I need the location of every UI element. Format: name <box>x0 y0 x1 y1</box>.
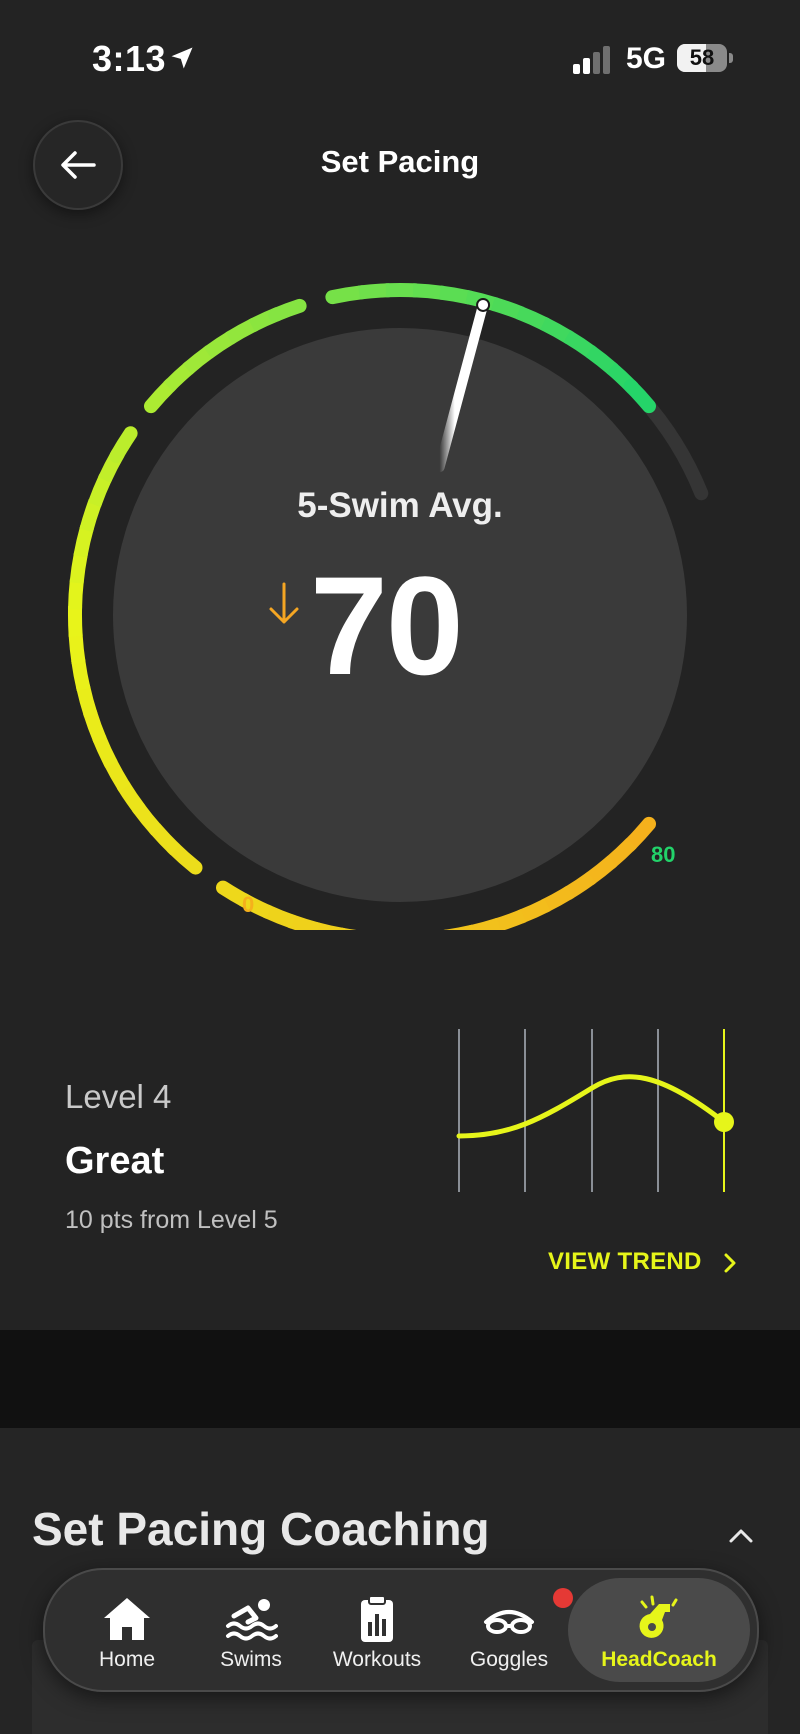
level-rating: Great <box>65 1140 165 1182</box>
battery-icon: 58 <box>677 44 733 74</box>
gauge-caption: 5-Swim Avg. <box>297 486 503 525</box>
battery-percent: 58 <box>689 45 715 70</box>
trend-sparkline[interactable] <box>450 1024 750 1194</box>
tab-label: HeadCoach <box>601 1648 717 1671</box>
gauge-arc-segment <box>605 838 637 869</box>
tab-label: Swims <box>220 1648 282 1671</box>
gauge-arc-segment <box>541 885 574 913</box>
gauge-arc-segment <box>149 823 181 855</box>
gauge-arc-segment <box>68 578 84 610</box>
gauge-arc-segment <box>71 658 91 691</box>
status-bar: 3:13 5G 58 <box>0 0 800 120</box>
gauge-arc-segment <box>76 684 98 718</box>
tab-swims[interactable]: Swims <box>191 1570 311 1690</box>
tab-workouts[interactable]: Workouts <box>307 1570 447 1690</box>
level-label: Level 4 <box>65 1078 172 1115</box>
gauge-arc-segment <box>563 871 596 900</box>
page-title: Set Pacing <box>320 144 480 179</box>
gauge-arc-segment <box>439 285 472 305</box>
gauge-arc-segment <box>103 758 131 792</box>
gauge-arc-segment <box>584 855 617 886</box>
tab-goggles[interactable]: Goggles <box>449 1570 569 1690</box>
gauge-value: 70 <box>310 547 464 704</box>
level-hint: 10 pts from Level 5 <box>65 1206 278 1234</box>
gauge-arc-segment <box>73 525 94 558</box>
gauge-arc-segment <box>493 909 527 930</box>
swimmer-icon <box>226 1599 278 1641</box>
gauge-arc-segment <box>540 317 574 344</box>
whistle-icon <box>639 1595 678 1638</box>
tab-bar: Home Swims Workouts Goggles HeadCoach <box>43 1568 759 1692</box>
signal-icon <box>573 46 610 74</box>
gauge-arc-segment <box>163 361 195 392</box>
gauge-arc-segment <box>116 781 146 815</box>
tab-label: Goggles <box>469 1648 549 1671</box>
gauge-arc-segment <box>517 898 551 924</box>
coaching-title: Set Pacing Coaching <box>32 1503 490 1555</box>
chevron-up-icon[interactable] <box>726 1526 756 1546</box>
gauge-arc-segment <box>132 802 163 836</box>
gauge-arc-segment <box>69 551 88 584</box>
view-trend-link[interactable]: VIEW TREND <box>548 1248 702 1276</box>
location-arrow-icon <box>171 47 193 69</box>
tab-label: Home <box>98 1648 156 1671</box>
tab-headcoach[interactable]: HeadCoach <box>568 1570 750 1690</box>
gauge-arc-segment <box>67 606 83 637</box>
clipboard-icon <box>361 1595 393 1642</box>
gauge-arc-segment <box>623 379 656 414</box>
gauge-arc-segment <box>165 840 203 875</box>
network-type: 5G <box>626 42 667 75</box>
tab-home[interactable]: Home <box>67 1570 187 1690</box>
gauge-arc-segment <box>262 904 296 929</box>
home-icon <box>104 1598 150 1640</box>
gauge-arc-segment <box>287 914 321 930</box>
goggles-icon <box>484 1610 534 1634</box>
gauge-arc-segment <box>92 734 118 768</box>
chevron-right-icon[interactable] <box>722 1252 738 1274</box>
gauge-arc-segment <box>358 283 390 300</box>
gauge-arc-segment <box>225 318 258 345</box>
section-divider <box>0 1330 800 1428</box>
gauge-arc-segment <box>83 709 107 743</box>
gauge-arc-segment <box>325 285 370 305</box>
gauge-max-label: 80 <box>651 842 676 867</box>
gauge-arc-segment <box>268 298 307 322</box>
gauge-arc-segment <box>412 283 445 300</box>
gauge-arc-segment <box>203 330 236 359</box>
gauge-arc-segment <box>109 426 138 464</box>
trend-current-point <box>714 1112 734 1132</box>
gauge-needle-tip <box>476 297 491 312</box>
gauge-arc-segment <box>515 305 550 332</box>
status-time: 3:13 <box>92 38 167 79</box>
gauge-arc-segment <box>622 816 656 853</box>
tab-label: Workouts <box>332 1648 422 1671</box>
gauge-arc-segment <box>144 377 178 414</box>
gauge-arc-segment <box>563 330 597 359</box>
gauge-arc-segment <box>182 345 215 375</box>
gauge-arc-segment <box>468 917 501 930</box>
gauge-arc-segment <box>585 345 619 376</box>
gauge-arc-segment <box>490 296 525 321</box>
arrow-down-icon <box>269 582 299 624</box>
gauge-arc-segment <box>314 921 346 930</box>
gauge-min-label: 0 <box>242 892 255 917</box>
gauge-arc-segment <box>68 632 86 665</box>
